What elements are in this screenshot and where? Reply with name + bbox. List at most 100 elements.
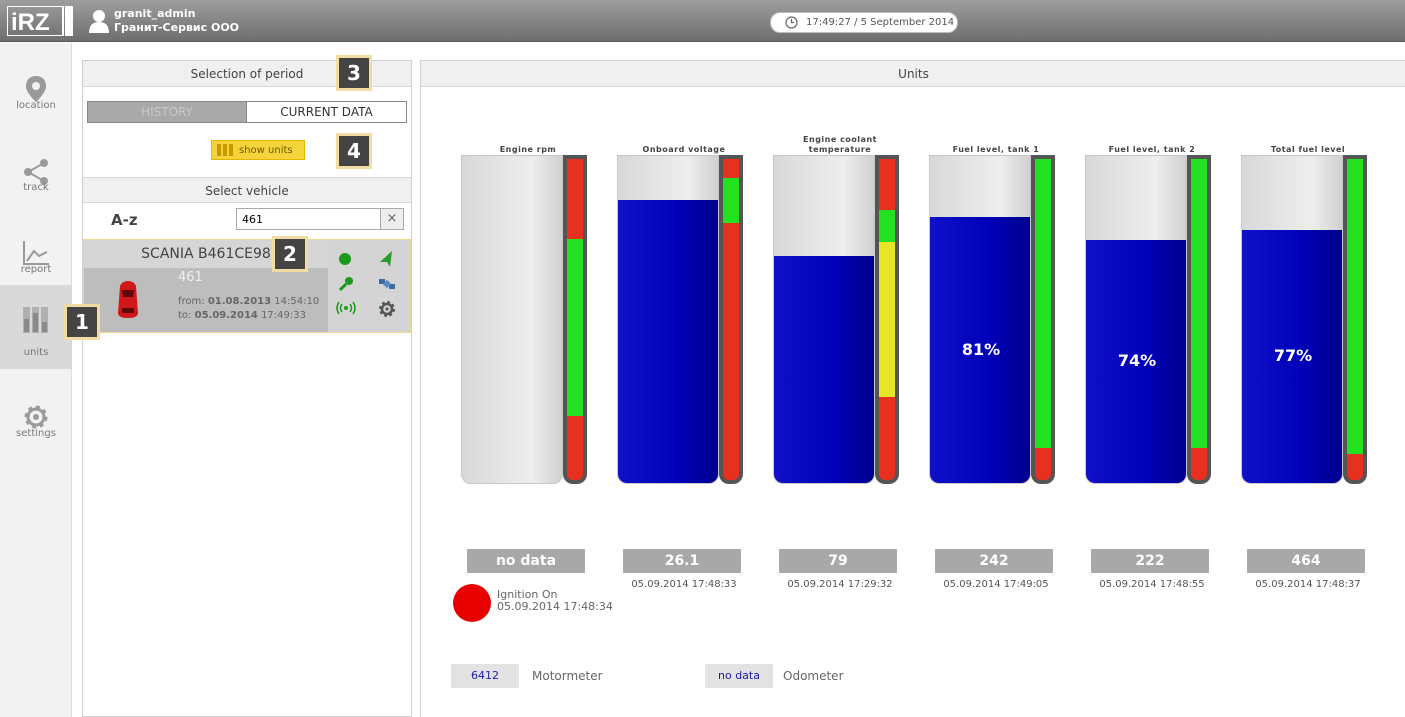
clock-display: 17:49:27 / 5 September 2014 bbox=[770, 12, 958, 33]
irz-online-logo[interactable]: iRZ bbox=[7, 6, 73, 36]
gauge: Total fuel level 77% 464 05.09.2014 17:48:3… bbox=[1241, 121, 1375, 590]
gauge-scale-segment bbox=[1035, 159, 1051, 448]
gauge: Fuel level, tank 1 81% 242 05.09.2014 17:49… bbox=[929, 121, 1063, 590]
user-name[interactable]: granit_admin bbox=[114, 7, 195, 20]
gauge-tank: 81% bbox=[929, 155, 1031, 484]
motormeter-value: 6412 bbox=[451, 664, 519, 688]
vehicle-number: 461 bbox=[178, 270, 203, 285]
gauge-value: 222 bbox=[1091, 549, 1209, 573]
units-panel-title: Units bbox=[421, 61, 1405, 87]
gauge-percent: 81% bbox=[961, 339, 1001, 359]
gauge-scale bbox=[563, 155, 587, 484]
gauge-tank bbox=[773, 155, 875, 484]
gauge-title: Total fuel level bbox=[1270, 145, 1346, 154]
to-label: to: bbox=[178, 310, 192, 321]
gauge-title: Engine coolant temperature bbox=[803, 135, 877, 154]
odometer-value: no data bbox=[705, 664, 773, 688]
units-bars-icon bbox=[23, 307, 48, 333]
gauge-value: 26.1 bbox=[623, 549, 741, 573]
gauge-scale bbox=[1031, 155, 1055, 484]
gauge-percent: 77% bbox=[1273, 346, 1313, 366]
from-label: from: bbox=[178, 296, 205, 307]
gauge-title: Engine rpm bbox=[499, 145, 557, 154]
gauge-value: 464 bbox=[1247, 549, 1365, 573]
gauge-scale-segment bbox=[879, 210, 895, 243]
vehicle-search-input[interactable] bbox=[237, 209, 380, 229]
tab-current-data[interactable]: CURRENT DATA bbox=[247, 102, 406, 122]
gauge-title: Fuel level, tank 1 bbox=[952, 145, 1040, 154]
gauge-scale-segment bbox=[567, 159, 583, 240]
gauge-scale-segment bbox=[723, 159, 739, 179]
nav-settings[interactable]: settings bbox=[0, 381, 72, 461]
gauge-tank bbox=[461, 155, 563, 484]
satellite-icon bbox=[379, 279, 395, 289]
gauge-scale-segment bbox=[1347, 159, 1363, 455]
gauge-value: 242 bbox=[935, 549, 1053, 573]
gauge-percent: 74% bbox=[1117, 351, 1157, 371]
show-units-label: show units bbox=[239, 144, 293, 156]
direction-arrow-icon bbox=[380, 251, 392, 267]
gauge: Fuel level, tank 2 74% 222 05.09.2014 17:48… bbox=[1085, 121, 1219, 590]
gauge-value: 79 bbox=[779, 549, 897, 573]
gauge-scale-segment bbox=[1035, 447, 1051, 480]
gauge-timestamp: 05.09.2014 17:48:33 bbox=[631, 579, 737, 590]
nav-label: location bbox=[16, 100, 56, 111]
gauge-tank: 77% bbox=[1241, 155, 1343, 484]
gauge-scale-segment bbox=[723, 178, 739, 224]
gauge-timestamp: 05.09.2014 17:48:37 bbox=[1255, 579, 1361, 590]
gauge-title: Fuel level, tank 2 bbox=[1108, 145, 1196, 154]
annotation-badge-3: 3 bbox=[336, 55, 372, 91]
clear-search-button[interactable]: × bbox=[380, 209, 403, 229]
gauge-scale-segment bbox=[1191, 159, 1207, 448]
vehicle-status-icons bbox=[328, 240, 410, 332]
gauge-scale bbox=[1343, 155, 1367, 484]
user-icon bbox=[89, 10, 109, 33]
units-bars-icon bbox=[217, 144, 233, 156]
from-time: 14:54:10 bbox=[274, 296, 320, 307]
vehicle-card[interactable]: SCANIA B461CE98 461 from: 01.08.2013 14:… bbox=[83, 239, 411, 333]
svg-text:iRZ: iRZ bbox=[11, 9, 50, 36]
gauge-title: Onboard voltage bbox=[642, 145, 726, 154]
annotation-badge-2: 2 bbox=[272, 236, 308, 272]
gauge-timestamp: 05.09.2014 17:49:05 bbox=[943, 579, 1049, 590]
top-bar: iRZ granit_admin Гранит-Сервис ООО 17:49… bbox=[0, 0, 1405, 42]
motormeter-label: Motormeter bbox=[532, 669, 603, 683]
gauge-scale-segment bbox=[567, 415, 583, 480]
vehicle-details: 461 from: 01.08.2013 14:54:10 to: 05.09.… bbox=[84, 268, 328, 332]
signal-icon bbox=[336, 301, 356, 315]
gauge: Engine rpm no data bbox=[461, 121, 595, 573]
gauge-scale bbox=[719, 155, 743, 484]
gauge-scale-segment bbox=[879, 396, 895, 480]
gauge-timestamp: 05.09.2014 17:29:32 bbox=[787, 579, 893, 590]
ignition-status-indicator bbox=[453, 584, 491, 622]
gauge-scale bbox=[1187, 155, 1211, 484]
clock-icon bbox=[785, 16, 798, 29]
nav-units[interactable]: units bbox=[0, 285, 72, 369]
vehicle-to: to: 05.09.2014 17:49:33 bbox=[178, 310, 306, 321]
gauge-fill bbox=[618, 200, 718, 483]
gauge: Onboard voltage 26.1 05.09.2014 17:48:33 bbox=[617, 121, 751, 590]
from-date: 01.08.2013 bbox=[207, 296, 272, 307]
key-icon bbox=[338, 277, 353, 292]
gauge-scale-segment bbox=[1347, 454, 1363, 480]
nav-location[interactable]: location bbox=[0, 53, 72, 133]
show-units-button[interactable]: show units bbox=[211, 140, 305, 160]
gauge-scale-segment bbox=[567, 239, 583, 416]
to-date: 05.09.2014 bbox=[194, 310, 258, 321]
tab-history[interactable]: HISTORY bbox=[88, 102, 247, 122]
select-vehicle-title: Select vehicle bbox=[83, 177, 411, 203]
clock-text: 17:49:27 / 5 September 2014 bbox=[806, 17, 955, 28]
annotation-badge-1: 1 bbox=[64, 304, 100, 340]
gauge-timestamp: 05.09.2014 17:48:55 bbox=[1099, 579, 1205, 590]
gauge-tank bbox=[617, 155, 719, 484]
sort-az-button[interactable]: A-z bbox=[111, 211, 138, 229]
units-panel: Units Engine rpm no data Onboard voltage 26… bbox=[420, 60, 1405, 717]
gauge-scale-segment bbox=[879, 242, 895, 397]
nav-track[interactable]: track bbox=[0, 135, 72, 215]
ignition-time: 05.09.2014 17:48:34 bbox=[497, 600, 613, 613]
gauge-scale-segment bbox=[723, 223, 739, 480]
gear-icon[interactable] bbox=[378, 300, 396, 318]
odometer-label: Odometer bbox=[783, 669, 844, 683]
gauge-value: no data bbox=[467, 549, 585, 573]
gauge-scale-segment bbox=[1191, 447, 1207, 480]
